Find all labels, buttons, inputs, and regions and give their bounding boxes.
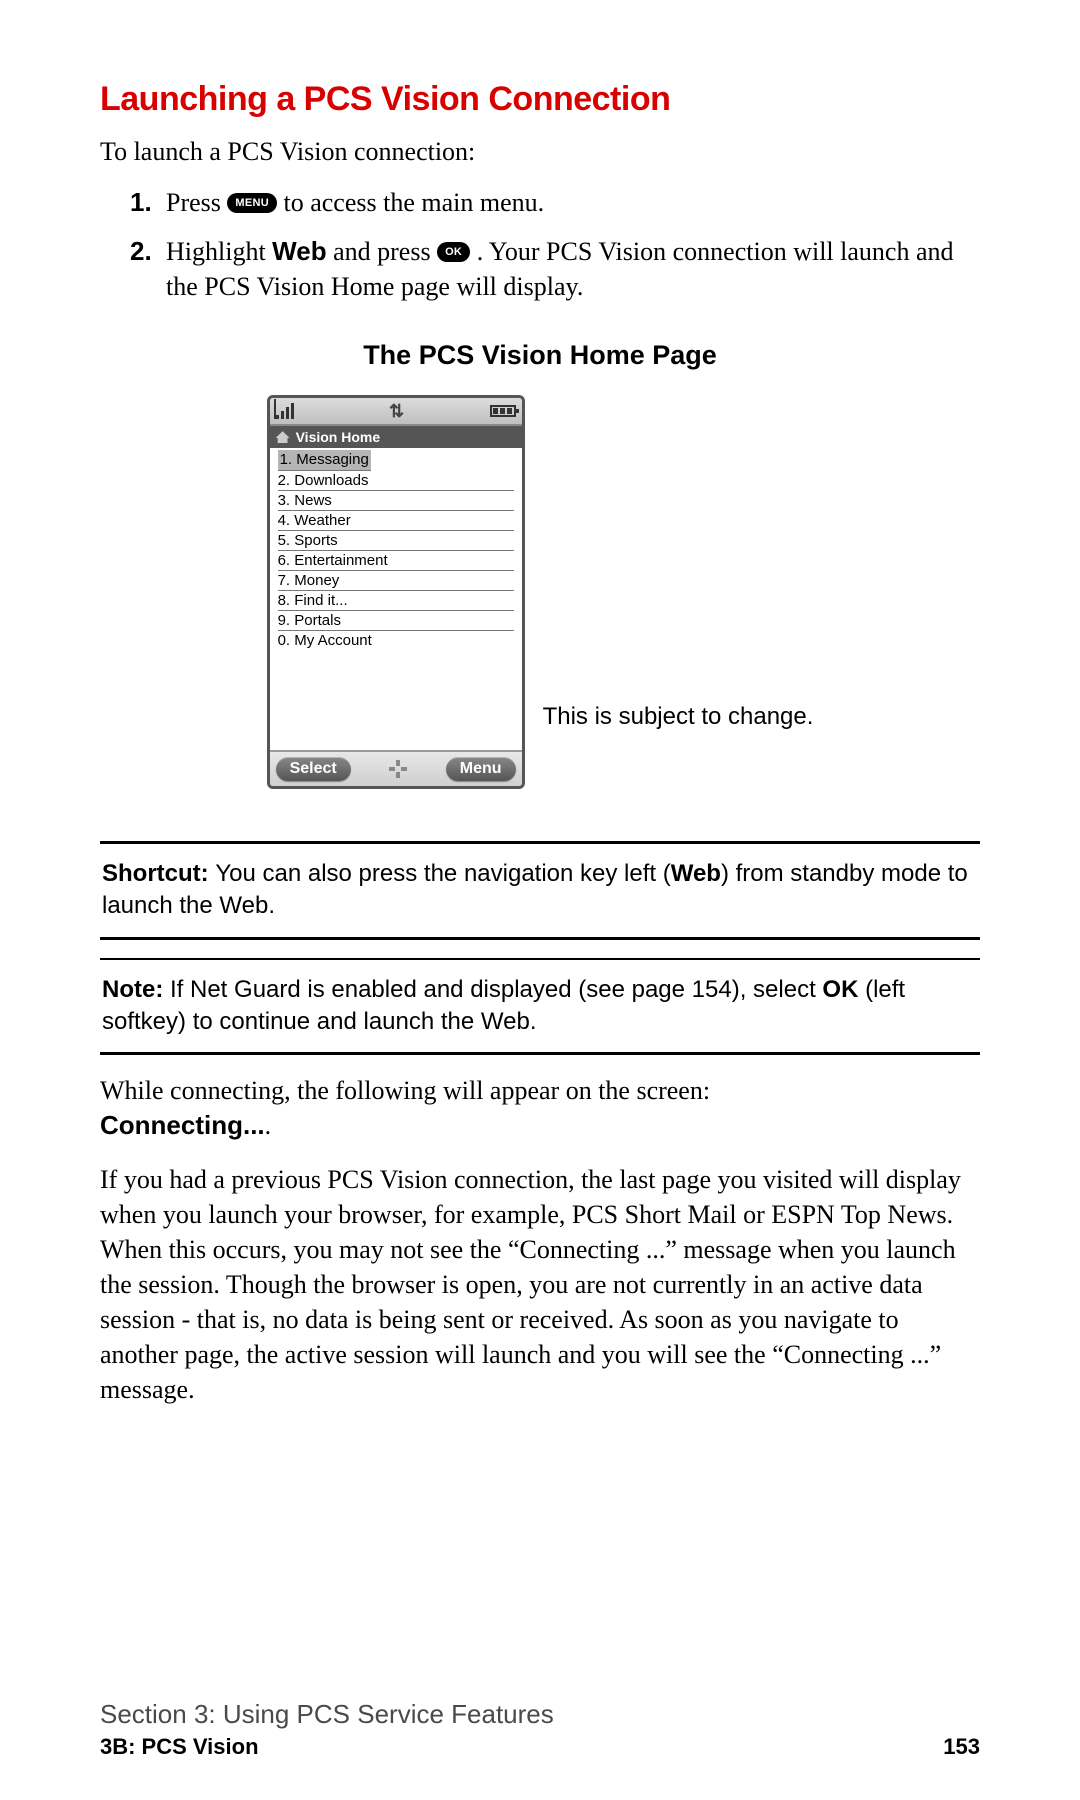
long-paragraph: If you had a previous PCS Vision connect… bbox=[100, 1162, 980, 1408]
shortcut-box: Shortcut: You can also press the navigat… bbox=[100, 844, 980, 937]
list-item: 0. My Account bbox=[278, 631, 514, 650]
list-item: 2. Downloads bbox=[278, 471, 514, 491]
footer-section: Section 3: Using PCS Service Features bbox=[100, 1699, 980, 1730]
connecting-label: Connecting... bbox=[100, 1110, 265, 1140]
softkey-right: Menu bbox=[446, 757, 516, 781]
list-item: 1. Messaging bbox=[278, 450, 371, 471]
softkey-left: Select bbox=[276, 757, 351, 781]
step-body: Highlight Web and press OK . Your PCS Vi… bbox=[166, 234, 980, 304]
list-item: 7. Money bbox=[278, 571, 514, 591]
web-label: Web bbox=[272, 236, 326, 266]
figure-caption: This is subject to change. bbox=[543, 703, 814, 731]
web-label: Web bbox=[671, 860, 721, 887]
page-heading: Launching a PCS Vision Connection bbox=[100, 80, 980, 119]
shortcut-lead: Shortcut: bbox=[102, 860, 215, 887]
footer-subsection: 3B: PCS Vision bbox=[100, 1734, 259, 1760]
divider bbox=[100, 1052, 980, 1055]
phone-empty-area bbox=[270, 654, 522, 750]
text: You can also press the navigation key le… bbox=[215, 860, 670, 887]
manual-page: Launching a PCS Vision Connection To lau… bbox=[0, 0, 1080, 1800]
intro-text: To launch a PCS Vision connection: bbox=[100, 137, 980, 167]
note-lead: Note: bbox=[102, 976, 170, 1003]
text: While connecting, the following will app… bbox=[100, 1076, 710, 1105]
battery-icon bbox=[490, 405, 516, 417]
ok-key-icon: OK bbox=[437, 242, 470, 262]
list-item: 5. Sports bbox=[278, 531, 514, 551]
text: . bbox=[265, 1111, 272, 1140]
page-number: 153 bbox=[943, 1734, 980, 1760]
menu-key-icon: MENU bbox=[227, 193, 277, 213]
list-item: 8. Find it... bbox=[278, 591, 514, 611]
text: to access the main menu. bbox=[284, 188, 545, 217]
phone-softkey-bar: Select Menu bbox=[270, 750, 522, 786]
subheading: The PCS Vision Home Page bbox=[100, 340, 980, 371]
list-item: 3. News bbox=[278, 491, 514, 511]
phone-menu-list: 1. Messaging 2. Downloads 3. News 4. Wea… bbox=[270, 448, 522, 654]
page-footer: Section 3: Using PCS Service Features 3B… bbox=[100, 1699, 980, 1760]
text: If Net Guard is enabled and displayed (s… bbox=[170, 976, 822, 1003]
phone-title: Vision Home bbox=[296, 429, 381, 445]
step-2: 2. Highlight Web and press OK . Your PCS… bbox=[130, 234, 980, 304]
text: Press bbox=[166, 188, 227, 217]
list-item: 4. Weather bbox=[278, 511, 514, 531]
list-item: 6. Entertainment bbox=[278, 551, 514, 571]
signal-icon bbox=[276, 403, 300, 419]
text: and press bbox=[333, 237, 437, 266]
list-item: 9. Portals bbox=[278, 611, 514, 631]
phone-status-bar: ⇅ bbox=[270, 398, 522, 426]
navpad-icon bbox=[389, 760, 407, 778]
text: Highlight bbox=[166, 237, 272, 266]
phone-screen: ⇅ Vision Home 1. Messaging 2. Downloads … bbox=[267, 395, 525, 789]
steps-list: 1. Press MENU to access the main menu. 2… bbox=[130, 185, 980, 304]
step-1: 1. Press MENU to access the main menu. bbox=[130, 185, 980, 220]
home-icon bbox=[276, 431, 290, 443]
phone-figure: ⇅ Vision Home 1. Messaging 2. Downloads … bbox=[100, 395, 980, 789]
step-number: 2. bbox=[130, 234, 156, 304]
note-box: Note: If Net Guard is enabled and displa… bbox=[100, 960, 980, 1053]
step-body: Press MENU to access the main menu. bbox=[166, 185, 980, 220]
step-number: 1. bbox=[130, 185, 156, 220]
data-arrows-icon: ⇅ bbox=[389, 401, 400, 422]
ok-label: OK bbox=[822, 976, 858, 1003]
connecting-paragraph: While connecting, the following will app… bbox=[100, 1073, 980, 1143]
phone-title-bar: Vision Home bbox=[270, 426, 522, 448]
